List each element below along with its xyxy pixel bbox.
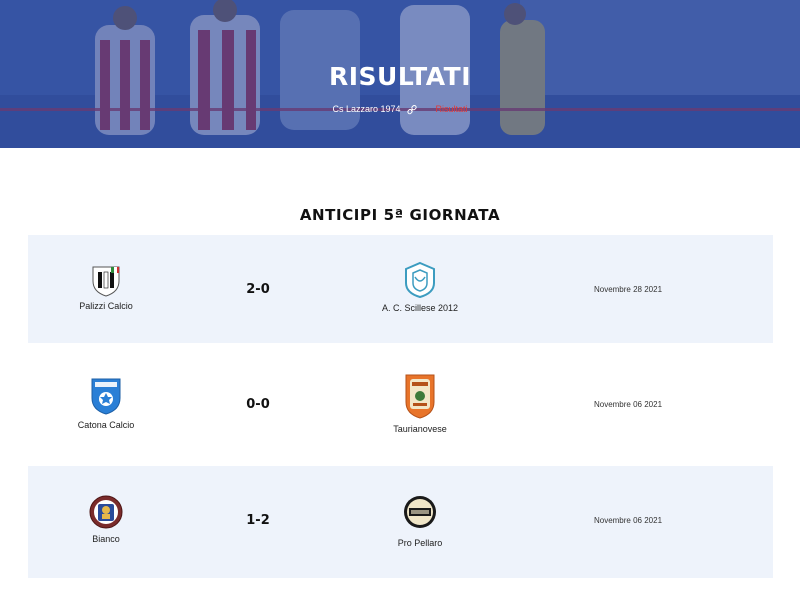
match-date: Novembre 06 2021 <box>593 400 663 409</box>
page-title: RISULTATI <box>328 62 472 91</box>
match-score: 1-2 <box>246 513 270 528</box>
match-row[interactable]: Bianco 1-2 Pro Pellaro Novembre 06 2021 <box>28 466 773 578</box>
match-row[interactable]: Catona Calcio 0-0 Taurianovese Novembre … <box>28 350 773 460</box>
breadcrumb-current: Risultati <box>435 104 468 114</box>
home-team[interactable]: Catona Calcio <box>26 376 186 430</box>
match-score: 0-0 <box>246 397 270 412</box>
away-team[interactable]: Pro Pellaro <box>340 492 500 548</box>
away-team-name: Taurianovese <box>393 424 447 434</box>
bianco-logo <box>89 495 123 529</box>
home-team-name: Bianco <box>92 534 120 544</box>
home-team-name: Palizzi Calcio <box>79 301 133 311</box>
breadcrumb: Cs Lazzaro 1974 Risultati <box>0 104 800 115</box>
away-team[interactable]: A. C. Scillese 2012 <box>340 261 500 313</box>
match-date: Novembre 06 2021 <box>593 516 663 525</box>
hero-banner: RISULTATI Cs Lazzaro 1974 Risultati <box>0 0 800 148</box>
catona-calcio-logo <box>91 378 121 415</box>
breadcrumb-home-link[interactable]: Cs Lazzaro 1974 <box>332 104 400 114</box>
match-row[interactable]: Palizzi Calcio 2-0 A. C. Scillese 2012 N… <box>28 235 773 343</box>
pro-pellaro-logo <box>404 496 436 528</box>
section-title: ANTICIPI 5ª GIORNATA <box>299 206 501 224</box>
taurianovese-logo <box>405 374 435 419</box>
away-team-name: Pro Pellaro <box>397 538 443 548</box>
palizzi-calcio-logo <box>92 266 120 297</box>
match-date: Novembre 28 2021 <box>593 285 663 294</box>
link-icon <box>407 104 417 114</box>
away-team[interactable]: Taurianovese <box>340 372 500 434</box>
home-team[interactable]: Palizzi Calcio <box>26 263 186 311</box>
home-team[interactable]: Bianco <box>26 494 186 544</box>
match-score: 2-0 <box>246 282 270 297</box>
away-team-name: A. C. Scillese 2012 <box>381 303 459 313</box>
home-team-name: Catona Calcio <box>77 420 135 430</box>
scillese-logo <box>405 261 435 299</box>
